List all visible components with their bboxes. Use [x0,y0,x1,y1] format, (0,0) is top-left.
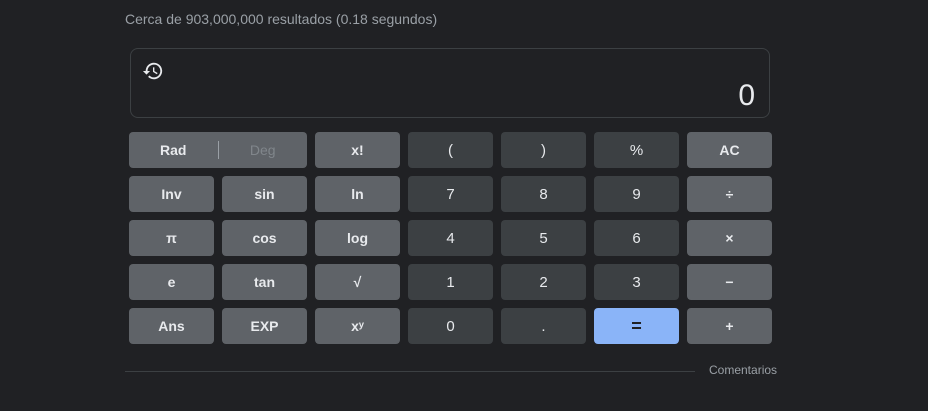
multiply-key[interactable]: × [687,220,772,256]
open-paren-key[interactable]: ( [408,132,493,168]
ans-key[interactable]: Ans [129,308,214,344]
minus-key[interactable]: − [687,264,772,300]
footer-divider [125,371,695,372]
history-icon[interactable] [142,60,164,82]
feedback-link[interactable]: Comentarios [709,363,777,377]
sin-key[interactable]: sin [222,176,307,212]
calculator-display: 0 [130,48,770,118]
e-key[interactable]: e [129,264,214,300]
exp-key[interactable]: EXP [222,308,307,344]
clear-key[interactable]: AC [687,132,772,168]
sqrt-key[interactable]: √ [315,264,400,300]
three-key[interactable]: 3 [594,264,679,300]
nine-key[interactable]: 9 [594,176,679,212]
one-key[interactable]: 1 [408,264,493,300]
close-paren-key[interactable]: ) [501,132,586,168]
log-key[interactable]: log [315,220,400,256]
two-key[interactable]: 2 [501,264,586,300]
equals-key[interactable]: = [594,308,679,344]
pi-key[interactable]: π [129,220,214,256]
rad-key[interactable]: Rad [129,132,218,168]
rad-deg-toggle[interactable]: Rad Deg [129,132,307,168]
power-key[interactable]: xʸ [315,308,400,344]
results-stats: Cerca de 903,000,000 resultados (0.18 se… [125,11,438,27]
dot-key[interactable]: . [501,308,586,344]
four-key[interactable]: 4 [408,220,493,256]
plus-key[interactable]: + [687,308,772,344]
factorial-key[interactable]: x! [315,132,400,168]
eight-key[interactable]: 8 [501,176,586,212]
zero-key[interactable]: 0 [408,308,493,344]
five-key[interactable]: 5 [501,220,586,256]
tan-key[interactable]: tan [222,264,307,300]
six-key[interactable]: 6 [594,220,679,256]
divide-key[interactable]: ÷ [687,176,772,212]
percent-key[interactable]: % [594,132,679,168]
display-value: 0 [738,79,755,112]
inv-key[interactable]: Inv [129,176,214,212]
calculator-page: Cerca de 903,000,000 resultados (0.18 se… [0,0,928,411]
ln-key[interactable]: ln [315,176,400,212]
deg-key[interactable]: Deg [219,132,308,168]
cos-key[interactable]: cos [222,220,307,256]
calculator-keypad: Rad Deg x! ( ) % AC Inv sin ln 7 8 9 ÷ π… [129,132,772,344]
seven-key[interactable]: 7 [408,176,493,212]
